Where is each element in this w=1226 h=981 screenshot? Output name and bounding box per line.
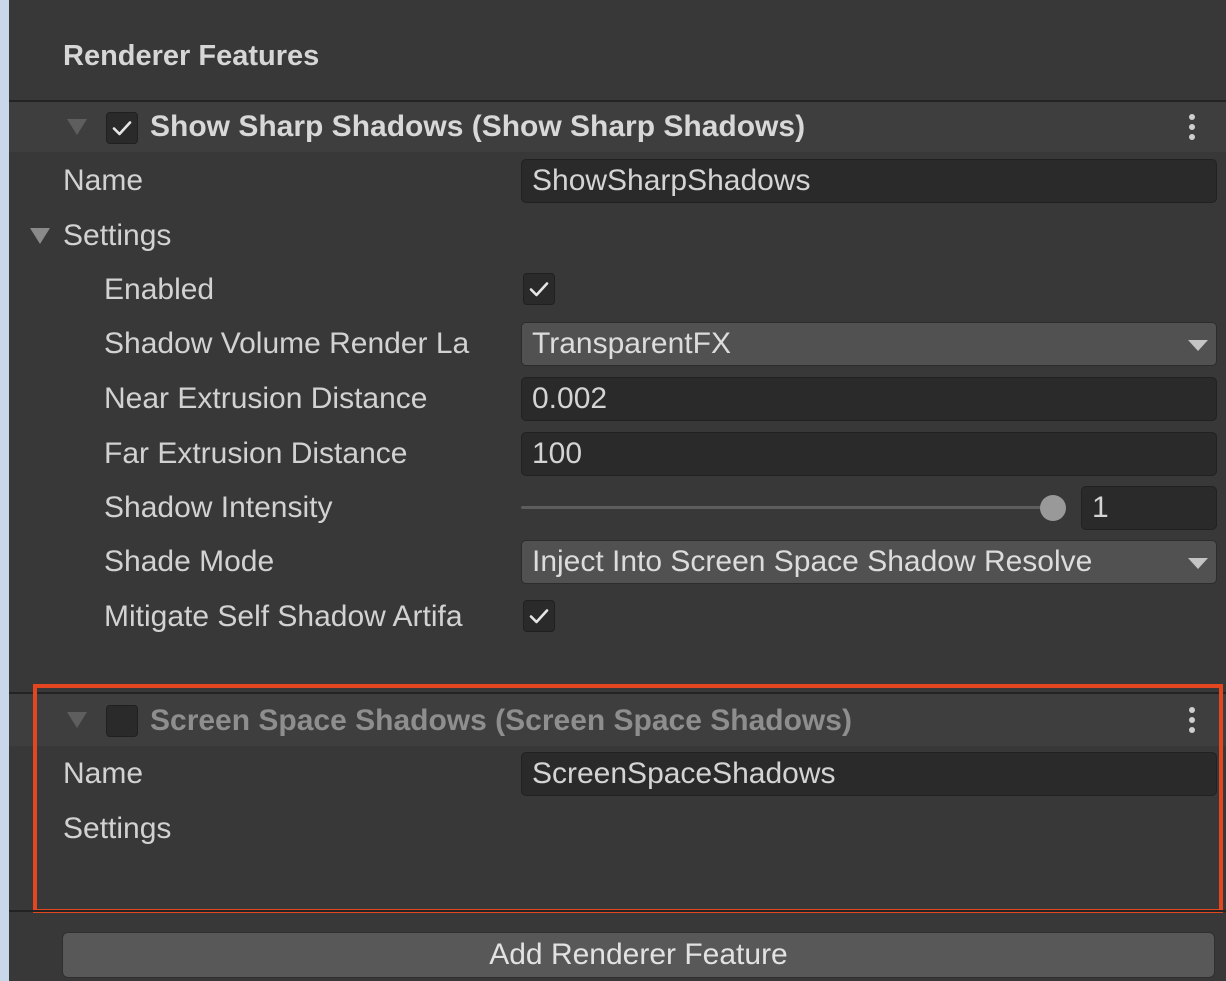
- feature-title: Show Sharp Shadows (Show Sharp Shadows): [150, 110, 806, 143]
- checkmark-icon: [529, 609, 549, 624]
- window-edge: [0, 0, 9, 981]
- enabled-label: Enabled: [104, 273, 215, 306]
- name-field[interactable]: ShowSharpShadows: [521, 159, 1217, 203]
- add-renderer-feature-button[interactable]: Add Renderer Feature: [62, 932, 1215, 978]
- near-extrusion-label: Near Extrusion Distance: [104, 382, 428, 415]
- shadow-volume-dropdown[interactable]: TransparentFX: [521, 322, 1217, 366]
- shade-mode-dropdown[interactable]: Inject Into Screen Space Shadow Resolve: [521, 540, 1217, 584]
- near-extrusion-field[interactable]: 0.002: [521, 377, 1217, 421]
- kebab-menu-icon[interactable]: [1189, 114, 1195, 144]
- enabled-checkbox[interactable]: [523, 273, 555, 305]
- shadow-volume-label: Shadow Volume Render La: [104, 327, 470, 360]
- section-title: Renderer Features: [63, 40, 320, 72]
- shadow-intensity-field[interactable]: 1: [1081, 486, 1217, 530]
- shade-mode-label: Shade Mode: [104, 545, 275, 578]
- settings-foldout-icon[interactable]: [30, 228, 50, 244]
- separator: [9, 910, 1226, 912]
- dropdown-arrow-icon: [1188, 340, 1208, 351]
- name-label: Name: [63, 164, 144, 197]
- far-extrusion-field[interactable]: 100: [521, 432, 1217, 476]
- foldout-triangle-icon[interactable]: [67, 119, 87, 135]
- shadow-intensity-slider[interactable]: [521, 506, 1055, 509]
- checkmark-icon: [112, 121, 132, 136]
- shade-mode-value: Inject Into Screen Space Shadow Resolve: [532, 545, 1093, 578]
- feature-enabled-checkbox[interactable]: [106, 112, 138, 144]
- shadow-volume-value: TransparentFX: [532, 327, 731, 360]
- far-extrusion-label: Far Extrusion Distance: [104, 437, 408, 470]
- highlight-box: [33, 684, 1223, 913]
- checkmark-icon: [529, 282, 549, 297]
- mitigate-checkbox[interactable]: [523, 600, 555, 632]
- shadow-intensity-label: Shadow Intensity: [104, 491, 333, 524]
- slider-handle[interactable]: [1040, 495, 1066, 521]
- settings-label[interactable]: Settings: [63, 216, 171, 256]
- mitigate-label: Mitigate Self Shadow Artifa: [104, 600, 463, 633]
- dropdown-arrow-icon: [1188, 558, 1208, 569]
